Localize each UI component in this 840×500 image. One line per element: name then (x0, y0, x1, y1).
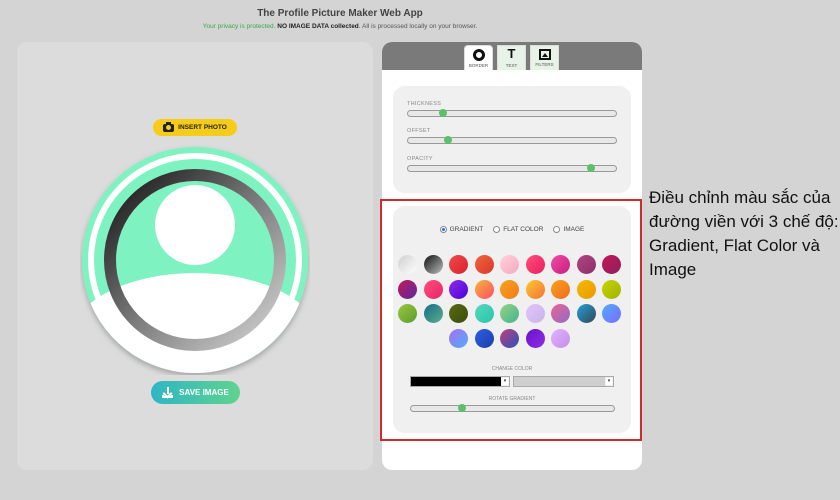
circle-icon (472, 49, 485, 61)
camera-icon (163, 121, 175, 132)
thickness-slider[interactable] (407, 108, 617, 117)
avatar-head (155, 185, 235, 265)
insert-photo-button[interactable]: INSERT PHOTO (153, 119, 237, 136)
thickness-slider-thumb[interactable] (439, 108, 448, 117)
tab-text[interactable]: T TEXT (497, 45, 526, 70)
tab-border[interactable]: BORDER (464, 45, 493, 70)
thickness-label: THICKNESS (407, 101, 442, 107)
tab-text-label: TEXT (505, 63, 518, 68)
highlight-box (380, 199, 642, 441)
save-image-button[interactable]: SAVE IMAGE (151, 381, 240, 404)
image-icon (538, 49, 551, 60)
offset-slider-thumb[interactable] (443, 135, 452, 144)
tab-filters[interactable]: FILTERS (530, 45, 559, 70)
annotation-text: Điều chỉnh màu sắc của đường viền với 3 … (649, 188, 839, 279)
tab-strip: BORDER T TEXT FILTERS (382, 42, 642, 70)
opacity-slider[interactable] (407, 163, 617, 172)
page-title: The Profile Picture Maker Web App (257, 8, 423, 19)
offset-label: OFFSET (407, 128, 431, 134)
privacy-green-text: Your privacy is protected. (202, 23, 276, 30)
download-icon (162, 387, 174, 398)
text-icon: T (507, 46, 516, 61)
privacy-note: Your privacy is protected. NO IMAGE DATA… (0, 23, 680, 30)
save-image-label: SAVE IMAGE (179, 388, 229, 397)
privacy-rest-text: . All is processed locally on your brows… (358, 23, 478, 30)
border-sliders-card: THICKNESS OFFSET OPACITY (393, 86, 631, 193)
tab-border-label: BORDER (468, 63, 489, 68)
avatar-preview (82, 147, 308, 373)
opacity-label: OPACITY (407, 156, 433, 162)
privacy-bold-text: NO IMAGE DATA collected (277, 23, 359, 30)
tab-filters-label: FILTERS (535, 62, 554, 67)
opacity-slider-thumb[interactable] (587, 163, 596, 172)
insert-photo-label: INSERT PHOTO (178, 124, 227, 131)
offset-slider[interactable] (407, 135, 617, 144)
